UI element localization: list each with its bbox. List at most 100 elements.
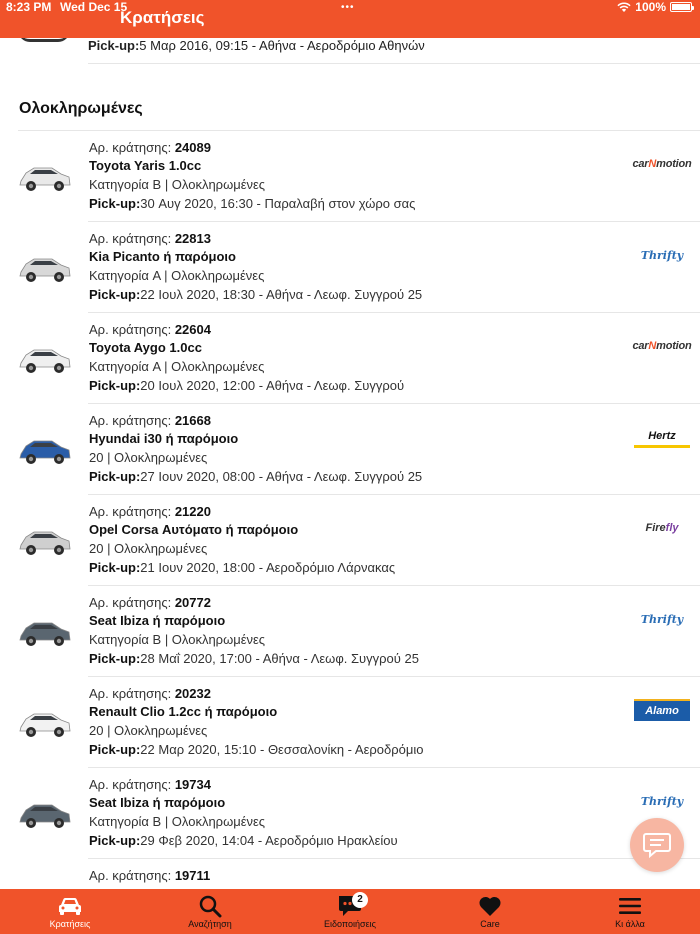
pickup-text: 29 Φεβ 2020, 14:04 - Αεροδρόμιο Ηρακλείο… [140,833,398,848]
booking-number-label: Αρ. κράτησης: [89,140,175,155]
list-item[interactable]: Αρ. κράτησης: 22813 Kia Picanto ή παρόμοι… [0,222,700,313]
car-name: Hyundai i30 ή παρόμοιο [89,431,239,446]
multitasking-dots-icon[interactable]: ••• [341,2,355,13]
booking-meta: 20 | Ολοκληρωμένες [89,723,208,738]
pickup-line: Pick-up:20 Ιουλ 2020, 12:00 - Αθήνα - Λε… [89,378,404,393]
booking-number-line: Αρ. κράτησης: 20772 [89,595,211,610]
booking-meta: 20 | Ολοκληρωμένες [89,450,208,465]
list-item[interactable]: Αρ. κράτησης: 20772 Seat Ibiza ή παρόμοιο… [0,586,700,677]
list-item[interactable]: Αρ. κράτησης: 20232 Renault Clio 1.2cc ή … [0,677,700,768]
car-thumbnail [19,440,71,464]
booking-number-label: Αρ. κράτησης: [89,777,175,792]
status-right: 100% [617,0,694,14]
carmotion-logo: car Nmotion [632,158,692,170]
list-item[interactable]: Αρ. κράτησης: 22604 Toyota Aygo 1.0cc Κατη… [0,313,700,404]
car-thumbnail [19,531,71,555]
chat-fab-button[interactable] [630,818,684,872]
tab-label: Αναζήτηση [188,919,232,929]
booking-meta: Κατηγορία B | Ολοκληρωμένες [89,632,266,647]
thrifty-logo: Thrifty [640,794,684,808]
firefly-logo: Fire fly [645,522,679,534]
booking-number: 19711 [174,868,211,883]
battery-icon [670,2,694,12]
pickup-line: Pick-up:30 Αυγ 2020, 16:30 - Παραλαβή στ… [89,196,415,211]
pickup-label: Pick-up: [89,287,141,302]
booking-number: 21668 [174,413,211,428]
list-item[interactable]: Αρ. κράτησης: 24089 Toyota Yaris 1.0cc Κατ… [0,131,700,222]
tab-label: Ειδοποιήσεις [324,919,376,929]
pickup-label: Pick-up: [89,560,141,575]
list-item[interactable]: Αρ. κράτησης: 21668 Hyundai i30 ή παρόμοι… [0,404,700,495]
alamo-logo: Alamo [634,699,690,721]
car-name: Renault Clio 1.2cc ή παρόμοιο [89,704,278,719]
status-time: 8:23 PM [6,0,52,14]
pickup-line: Pick-up:21 Ιουν 2020, 18:00 - Αεροδρόμιο… [89,560,395,575]
thrifty-logo: Thrifty [640,612,684,626]
pickup-text: 21 Ιουν 2020, 18:00 - Αεροδρόμιο Λάρνακα… [140,560,396,575]
tab-bookings[interactable]: Κρατήσεις [0,889,140,934]
pickup-line: Pick-up:29 Φεβ 2020, 14:04 - Αεροδρόμιο … [89,833,398,848]
list-item-partial[interactable]: Pick-up:5 Μαρ 2016, 09:15 - Αθήνα - Αερο… [88,38,700,64]
pickup-text: 22 Ιουλ 2020, 18:30 - Αθήνα - Λεωφ. Συγγ… [140,287,423,302]
booking-number-label: Αρ. κράτησης: [89,504,175,519]
car-thumbnail [19,349,71,373]
booking-number-line: Αρ. κράτησης: 24089 [89,140,211,155]
booking-number: 24089 [174,140,211,155]
booking-number: 22604 [174,322,211,337]
car-name: Toyota Yaris 1.0cc [89,158,202,173]
booking-number-line: Αρ. κράτησης: 22813 [89,231,211,246]
booking-number-label: Αρ. κράτησης: [89,595,175,610]
booking-number-line: Αρ. κράτησης: 19711 [89,868,210,883]
pickup-line: Pick-up:22 Ιουλ 2020, 18:30 - Αθήνα - Λε… [89,287,422,302]
pickup-text: 30 Αυγ 2020, 16:30 - Παραλαβή στον χώρο … [140,196,416,211]
pickup-label: Pick-up: [89,742,141,757]
tab-search[interactable]: Αναζήτηση [140,889,280,934]
pickup-label: Pick-up: [89,833,141,848]
booking-number-label: Αρ. κράτησης: [89,231,175,246]
car-icon [57,892,83,919]
car-thumbnail [19,713,71,737]
pickup-label: Pick-up: [89,196,141,211]
battery-percent: 100% [635,0,666,14]
booking-meta: Κατηγορία B | Ολοκληρωμένες [89,814,266,829]
pickup-text: 20 Ιουλ 2020, 12:00 - Αθήνα - Λεωφ. Συγγ… [140,378,405,393]
pickup-text: 5 Μαρ 2016, 09:15 - Αθήνα - Αεροδρόμιο Α… [139,38,425,53]
pickup-label: Pick-up: [89,651,141,666]
car-thumbnail [19,258,71,282]
tab-label: Κρατήσεις [49,919,91,929]
message-icon [643,833,671,858]
booking-meta: Κατηγορία A | Ολοκληρωμένες [89,268,265,283]
booking-number-line: Αρ. κράτησης: 21668 [89,413,211,428]
search-icon [198,892,222,919]
menu-icon [618,892,642,919]
header-bar: 8:23 PM Wed Dec 15 ••• 100% Κρατήσεις [0,0,700,38]
status-date: Wed Dec 15 [60,0,128,14]
heart-icon [478,892,502,919]
pickup-label: Pick-up: [89,469,141,484]
booking-meta: Κατηγορία A | Ολοκληρωμένες [89,359,265,374]
car-thumbnail [19,167,71,191]
booking-number: 21220 [174,504,211,519]
page-title: Κρατήσεις [120,8,205,27]
car-name: Kia Picanto ή παρόμοιο [89,249,236,264]
tab-label: Κι άλλα [615,919,645,929]
list-item[interactable]: Αρ. κράτησης: 19734 Seat Ibiza ή παρόμοιο… [0,768,700,859]
list-item[interactable]: Αρ. κράτησης: 21220 Opel Corsa Αυτόματο ή… [0,495,700,586]
tab-bar: Κρατήσεις Αναζήτηση 2 Ειδοποιήσεις Care … [0,889,700,934]
tab-notifications[interactable]: 2 Ειδοποιήσεις [280,889,420,934]
booking-meta: Κατηγορία B | Ολοκληρωμένες [89,177,266,192]
car-thumbnail [19,804,71,828]
car-thumbnail-partial [18,38,70,42]
tab-more[interactable]: Κι άλλα [560,889,700,934]
pickup-line: Pick-up:28 Μαΐ 2020, 17:00 - Αθήνα - Λεω… [89,651,419,666]
tab-care[interactable]: Care [420,889,560,934]
booking-number: 20772 [174,595,211,610]
booking-number: 19734 [174,777,211,792]
car-name: Toyota Aygo 1.0cc [89,340,202,355]
wifi-icon [617,1,631,12]
booking-number-line: Αρ. κράτησης: 21220 [89,504,211,519]
pickup-text: 27 Ιουν 2020, 08:00 - Αθήνα - Λεωφ. Συγγ… [140,469,423,484]
list-item[interactable]: Αρ. κράτησης: 19711 [0,859,700,889]
bookings-list-scroll[interactable]: Pick-up: 5 Μαρ 2016, 09:15 - Αθήνα - Αερο… [0,38,700,889]
booking-number-line: Αρ. κράτησης: 20232 [89,686,211,701]
